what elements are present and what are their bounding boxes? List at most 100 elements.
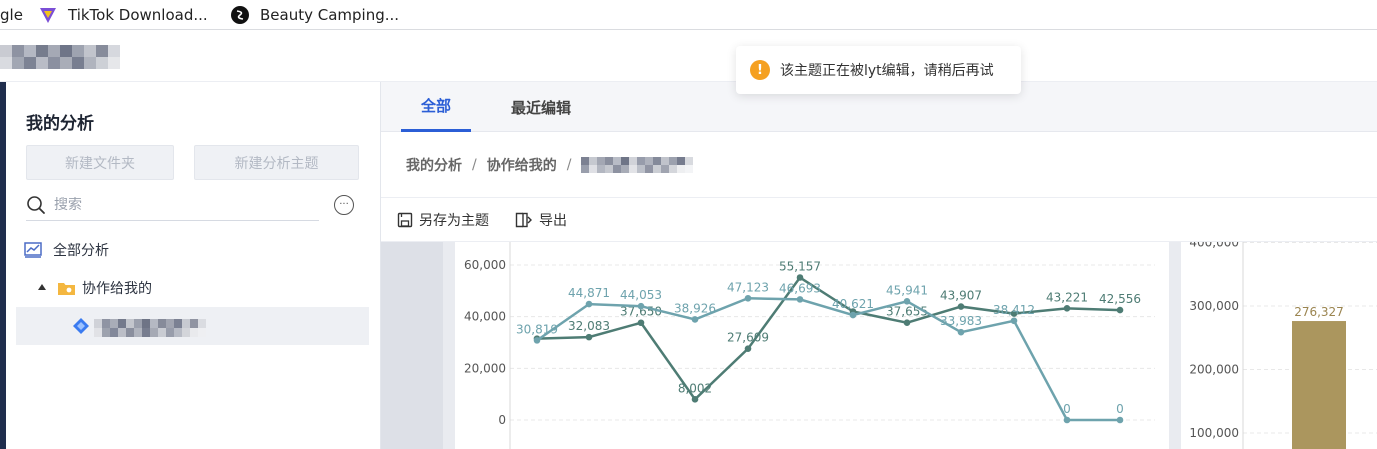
bookmark-label: gle	[0, 6, 23, 24]
data-label: 0	[1063, 402, 1071, 416]
data-label: 38,412	[993, 303, 1035, 317]
y-tick-label: 40,000	[464, 310, 506, 324]
save-as-theme-label: 另存为主题	[419, 212, 489, 229]
sidebar-accent-stripe	[0, 82, 6, 449]
data-point	[903, 298, 911, 305]
data-point	[585, 333, 593, 341]
data-label: 30,819	[516, 322, 558, 336]
data-label: 44,053	[620, 288, 662, 302]
data-label: 44,871	[568, 286, 610, 300]
shared-folder-icon	[58, 283, 75, 295]
y-tick-label: 300,000	[1189, 299, 1239, 313]
data-point	[1063, 416, 1071, 424]
data-point	[744, 345, 752, 352]
data-label: 43,221	[1046, 290, 1088, 304]
bookmark-google[interactable]: gle	[0, 0, 23, 30]
data-label: 37,655	[886, 305, 928, 319]
line-chart-card[interactable]: 60,000 40,000 20,000 0 32,083 37,650 8,002 27,6…	[455, 242, 1169, 449]
canvas-left-margin	[381, 242, 443, 449]
tab-all[interactable]: 全部	[401, 82, 471, 132]
y-tick-label: 20,000	[464, 361, 506, 375]
data-label: 0	[1116, 402, 1124, 416]
data-point	[796, 296, 804, 303]
data-label: 45,941	[886, 283, 928, 297]
data-label: 47,123	[727, 280, 769, 294]
sidebar: 我的分析 新建文件夹 新建分析主题 ··· 全部分析 协作给我的	[0, 82, 381, 449]
data-label: 46,693	[779, 281, 821, 295]
data-point	[1116, 306, 1124, 314]
data-point	[533, 337, 541, 344]
toolbar: 另存为主题 导出	[381, 198, 1377, 242]
tree-label: 协作给我的	[82, 281, 152, 297]
data-label: 42,556	[1099, 292, 1141, 306]
bar-chart: 400,000 300,000 200,000 100,000 276,327	[1189, 236, 1377, 449]
line-chart: 60,00040,00020,000032,08337,6508,00227,6…	[464, 242, 1155, 449]
bookmark-label: Beauty Camping...	[260, 6, 400, 24]
search-box	[26, 190, 319, 221]
data-label: 32,083	[568, 319, 610, 333]
blurred-app-logo	[0, 45, 120, 69]
sidebar-title: 我的分析	[26, 114, 94, 134]
data-point	[744, 294, 752, 302]
data-label: 43,907	[940, 289, 982, 303]
data-point	[637, 302, 645, 310]
data-point	[957, 328, 965, 336]
tree-item-selected-theme[interactable]	[16, 307, 369, 345]
bookmarks-bar: gle TikTok Download... Beauty Camping...	[0, 0, 1377, 30]
y-tick-label: 60,000	[464, 258, 506, 272]
y-tick-label: 100,000	[1189, 426, 1239, 440]
breadcrumb-shared-with-me[interactable]: 协作给我的	[487, 155, 557, 175]
data-point	[1010, 317, 1018, 325]
dashboard-canvas: 60,000 40,000 20,000 0 32,083 37,650 8,002 27,6…	[381, 236, 1377, 449]
data-label: 33,983	[940, 314, 982, 328]
bar-chart-card[interactable]: 400,000 300,000 200,000 100,000 276,327	[1169, 236, 1377, 449]
search-input[interactable]	[54, 197, 294, 213]
breadcrumb-my-analysis[interactable]: 我的分析	[406, 155, 462, 175]
tree-item-all-analysis[interactable]: 全部分析	[24, 240, 109, 260]
bar	[1292, 321, 1346, 449]
y-tick-label: 200,000	[1189, 363, 1239, 377]
data-label: 27,609	[727, 331, 769, 345]
theme-diamond-icon	[73, 318, 89, 334]
export-icon	[515, 212, 532, 227]
new-analysis-theme-button[interactable]: 新建分析主题	[194, 145, 359, 180]
data-point	[1063, 305, 1071, 312]
data-label: 40,621	[832, 297, 874, 311]
search-icon	[27, 196, 45, 214]
tree-item-shared-with-me[interactable]: 协作给我的	[38, 278, 152, 298]
breadcrumb-separator: /	[566, 156, 572, 173]
data-point	[691, 396, 699, 403]
data-point	[796, 274, 804, 281]
data-point	[903, 319, 911, 327]
breadcrumb: 我的分析 / 协作给我的 /	[381, 132, 1377, 198]
bookmark-label: TikTok Download...	[68, 6, 208, 24]
analysis-chart-icon	[24, 242, 42, 258]
tab-recent-edits[interactable]: 最近编辑	[501, 82, 581, 132]
bar-data-label: 276,327	[1294, 305, 1344, 319]
data-point	[637, 319, 645, 327]
blurred-theme-name	[94, 319, 206, 337]
warning-icon: !	[750, 60, 770, 80]
toast-notification: ! 该主题正在被lyt编辑，请稍后再试	[736, 46, 1021, 94]
data-point	[957, 303, 965, 310]
toast-message: 该主题正在被lyt编辑，请稍后再试	[780, 63, 994, 79]
bookmark-beauty-camping[interactable]: Beauty Camping...	[230, 0, 399, 30]
beauty-camping-icon	[231, 6, 249, 24]
new-folder-button[interactable]: 新建文件夹	[26, 145, 174, 180]
y-tick-label: 0	[498, 413, 506, 427]
blurred-breadcrumb-current	[581, 156, 694, 173]
bookmark-tiktok[interactable]: TikTok Download...	[38, 0, 208, 30]
data-label: 38,926	[674, 301, 716, 315]
data-label: 8,002	[678, 381, 712, 395]
export-button[interactable]: 导出	[515, 210, 567, 230]
data-label: 55,157	[779, 260, 821, 274]
collapse-triangle-icon[interactable]	[38, 284, 46, 290]
save-as-theme-button[interactable]: 另存为主题	[397, 210, 489, 230]
app-header	[0, 31, 1377, 82]
more-options-icon[interactable]: ···	[334, 195, 354, 215]
data-point	[691, 316, 699, 323]
breadcrumb-separator: /	[472, 156, 477, 173]
data-point	[585, 300, 593, 308]
tree-label: 全部分析	[53, 243, 109, 259]
save-icon	[397, 212, 413, 227]
